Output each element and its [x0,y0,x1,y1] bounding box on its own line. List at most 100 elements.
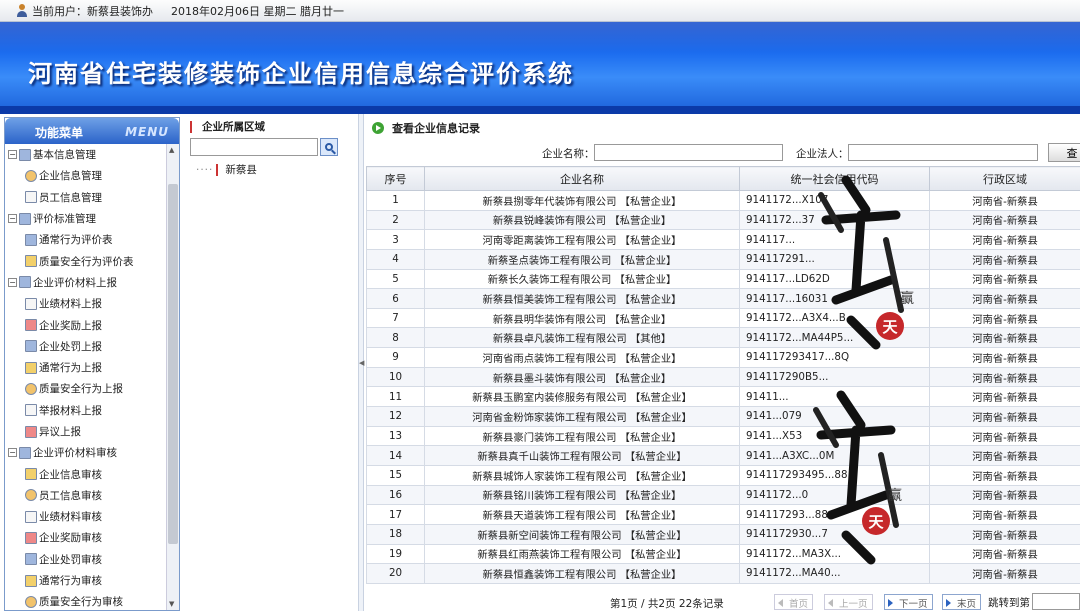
prev-page-button[interactable]: 上一页 [824,594,873,610]
company-name-cell[interactable]: 新蔡县豪门装饰工程有限公司 【私营企业】 [424,425,740,447]
menu-item[interactable]: 企业奖励上报 [5,314,167,335]
company-name-input[interactable] [594,144,783,161]
menu-item[interactable]: 员工信息管理 [5,187,167,208]
region-cell: 河南省-新蔡县 [929,504,1080,525]
menu-item[interactable]: 业绩材料审核 [5,506,167,527]
table-row[interactable]: 12 河南省金粉饰家装饰工程有限公司 【私营企业】 9141...079 河南省-新蔡… [366,406,1080,427]
table-row[interactable]: 5 新蔡长久装饰工程有限公司 【私营企业】 914117...LD62D 河南省-新蔡… [366,268,1080,290]
menu-item[interactable]: 企业信息管理 [5,165,167,186]
table-row[interactable]: 15 新蔡县城饰人家装饰工程有限公司 【私营企业】 914117293495...8… [366,464,1080,486]
table-row[interactable]: 2 新蔡县锐峰装饰有限公司 【私营企业】 9141172...37 河南省-新蔡县 [366,209,1080,231]
collapse-arrow-icon[interactable]: ◀ [359,359,364,367]
table-row[interactable]: 14 新蔡县真千山装饰工程有限公司 【私营企业】 9141...A3XC...0M 河… [366,445,1080,466]
collapse-icon[interactable]: − [8,277,17,287]
company-name-cell[interactable]: 新蔡县恒美装饰工程有限公司 【私营企业】 [424,288,740,309]
first-page-button[interactable]: 首页 [774,594,814,610]
table-row[interactable]: 18 新蔡县新空间装饰工程有限公司 【私营企业】 9141172930...7 河南省… [366,523,1080,545]
company-name-cell[interactable]: 河南零距离装饰工程有限公司 【私营企业】 [424,229,740,250]
last-page-button[interactable]: 末页 [942,594,982,610]
table-row[interactable]: 8 新蔡县卓凡装饰工程有限公司 【其他】 9141172...MA44P5... 河南… [366,327,1080,349]
company-name-cell[interactable]: 新蔡县明华装饰有限公司 【私营企业】 [424,307,740,329]
collapse-icon[interactable]: − [8,150,17,160]
table-row[interactable]: 1 新蔡县捌零年代装饰有限公司 【私营企业】 9141172...X107 河南省-新… [366,190,1080,211]
collapse-icon[interactable]: − [8,448,17,458]
company-name-cell[interactable]: 新蔡县卓凡装饰工程有限公司 【其他】 [424,327,740,349]
menu-item[interactable]: 通常行为上报 [5,357,167,378]
system-banner: 河南省住宅装修装饰企业信用信息综合评价系统 [0,22,1080,114]
scroll-up-icon[interactable]: ▲ [169,146,174,154]
company-name-cell[interactable]: 新蔡县新空间装饰工程有限公司 【私营企业】 [424,523,740,545]
panel-splitter[interactable]: ◀ [358,114,364,611]
scrollbar-thumb[interactable] [168,184,178,544]
menu-item-label: 企业评价材料上报 [33,276,117,289]
menu-category[interactable]: − 企业评价材料审核 [5,442,167,463]
next-page-button[interactable]: 下一页 [884,594,933,610]
menu-item[interactable]: 员工信息审核 [5,485,167,506]
menu-item[interactable]: 质量安全行为评价表 [5,250,167,271]
menu-item-icon [25,531,37,544]
table-row[interactable]: 20 新蔡县恒鑫装饰工程有限公司 【私营企业】 9141172...MA40... 河… [366,563,1080,584]
table-row[interactable]: 13 新蔡县豪门装饰工程有限公司 【私营企业】 9141...X53 河南省-新蔡县 [366,425,1080,447]
company-name-cell[interactable]: 新蔡县恒鑫装饰工程有限公司 【私营企业】 [424,563,740,584]
region-search-button[interactable] [320,138,338,156]
table-row[interactable]: 3 河南零距离装饰工程有限公司 【私营企业】 914117... 河南省-新蔡县 [366,229,1080,250]
menu-item[interactable]: 通常行为审核 [5,570,167,591]
table-row[interactable]: 11 新蔡县玉鹏室内装修服务有限公司 【私营企业】 91411... 河南省-新蔡县 [366,386,1080,408]
table-row[interactable]: 9 河南省雨点装饰工程有限公司 【私营企业】 914117293417...8Q 河南… [366,347,1080,368]
col-header[interactable]: 行政区域 [929,166,1080,191]
menu-item-label: 业绩材料审核 [39,511,102,524]
company-name-cell[interactable]: 新蔡县城饰人家装饰工程有限公司 【私营企业】 [424,464,740,486]
menu-item[interactable]: 业绩材料上报 [5,293,167,314]
company-name-cell[interactable]: 新蔡县真千山装饰工程有限公司 【私营企业】 [424,445,740,466]
menu-item-icon [25,169,37,182]
scroll-down-icon[interactable]: ▼ [169,600,174,608]
credit-code-cell: 9141172...0 [739,484,930,506]
region-node-label[interactable]: 新蔡县 [225,162,257,177]
menu-item[interactable]: 质量安全行为审核 [5,591,167,610]
col-header[interactable]: 序号 [366,166,425,191]
jump-page-input[interactable] [1032,593,1080,610]
row-index: 8 [366,327,425,349]
table-row[interactable]: 10 新蔡县墨斗装饰有限公司 【私营企业】 914117290B5... 河南省-新蔡… [366,366,1080,388]
table-row[interactable]: 4 新蔡圣点装饰工程有限公司 【私营企业】 914117291... 河南省-新蔡县 [366,248,1080,270]
company-name-cell[interactable]: 新蔡县天道装饰工程有限公司 【私营企业】 [424,504,740,525]
menu-item[interactable]: 企业处罚审核 [5,549,167,570]
company-name-cell[interactable]: 河南省雨点装饰工程有限公司 【私营企业】 [424,347,740,368]
filter-bar: 企业名称： 企业法人： 查 [366,142,1080,164]
table-row[interactable]: 16 新蔡县铭川装饰工程有限公司 【私营企业】 9141172...0 河南省-新蔡县 [366,484,1080,506]
company-name-cell[interactable]: 新蔡县红雨燕装饰工程有限公司 【私营企业】 [424,543,740,565]
company-name-cell[interactable]: 新蔡县捌零年代装饰有限公司 【私营企业】 [424,190,740,211]
menu-item[interactable]: 企业信息审核 [5,463,167,484]
company-name-cell[interactable]: 河南省金粉饰家装饰工程有限公司 【私营企业】 [424,406,740,427]
collapse-icon[interactable]: − [8,214,17,224]
table-row[interactable]: 6 新蔡县恒美装饰工程有限公司 【私营企业】 914117...16031 河南省-新… [366,288,1080,309]
menu-item[interactable]: 举报材料上报 [5,400,167,421]
col-header[interactable]: 统一社会信用代码 [739,166,930,191]
menu-item[interactable]: 异议上报 [5,421,167,442]
user-icon [16,3,28,18]
company-name-cell[interactable]: 新蔡圣点装饰工程有限公司 【私营企业】 [424,248,740,270]
menu-item[interactable]: 质量安全行为上报 [5,378,167,399]
table-row[interactable]: 7 新蔡县明华装饰有限公司 【私营企业】 9141172...A3X4...B 河南省… [366,307,1080,329]
row-index: 3 [366,229,425,250]
company-name-cell[interactable]: 新蔡县铭川装饰工程有限公司 【私营企业】 [424,484,740,506]
company-name-cell[interactable]: 新蔡长久装饰工程有限公司 【私营企业】 [424,268,740,290]
menu-item[interactable]: 企业奖励审核 [5,527,167,548]
menu-category[interactable]: − 企业评价材料上报 [5,272,167,293]
table-row[interactable]: 19 新蔡县红雨燕装饰工程有限公司 【私营企业】 9141172...MA3X...… [366,543,1080,565]
region-tree-node[interactable]: ···· 新蔡县 [196,162,257,177]
legal-person-input[interactable] [848,144,1038,161]
table-row[interactable]: 17 新蔡县天道装饰工程有限公司 【私营企业】 914117293...88 河南省-… [366,504,1080,525]
menu-category[interactable]: − 评价标准管理 [5,208,167,229]
menu-scrollbar[interactable]: ▲ ▼ [166,144,179,610]
search-button[interactable]: 查 [1048,143,1080,162]
col-header[interactable]: 企业名称 [424,166,740,191]
menu-item[interactable]: 企业处罚上报 [5,336,167,357]
credit-code-cell: 9141172...MA40... [739,563,930,584]
region-search-input[interactable] [190,138,318,156]
menu-category[interactable]: − 基本信息管理 [5,144,167,165]
menu-item[interactable]: 通常行为评价表 [5,229,167,250]
company-name-cell[interactable]: 新蔡县玉鹏室内装修服务有限公司 【私营企业】 [424,386,740,408]
company-name-cell[interactable]: 新蔡县墨斗装饰有限公司 【私营企业】 [424,366,740,388]
company-name-cell[interactable]: 新蔡县锐峰装饰有限公司 【私营企业】 [424,209,740,231]
